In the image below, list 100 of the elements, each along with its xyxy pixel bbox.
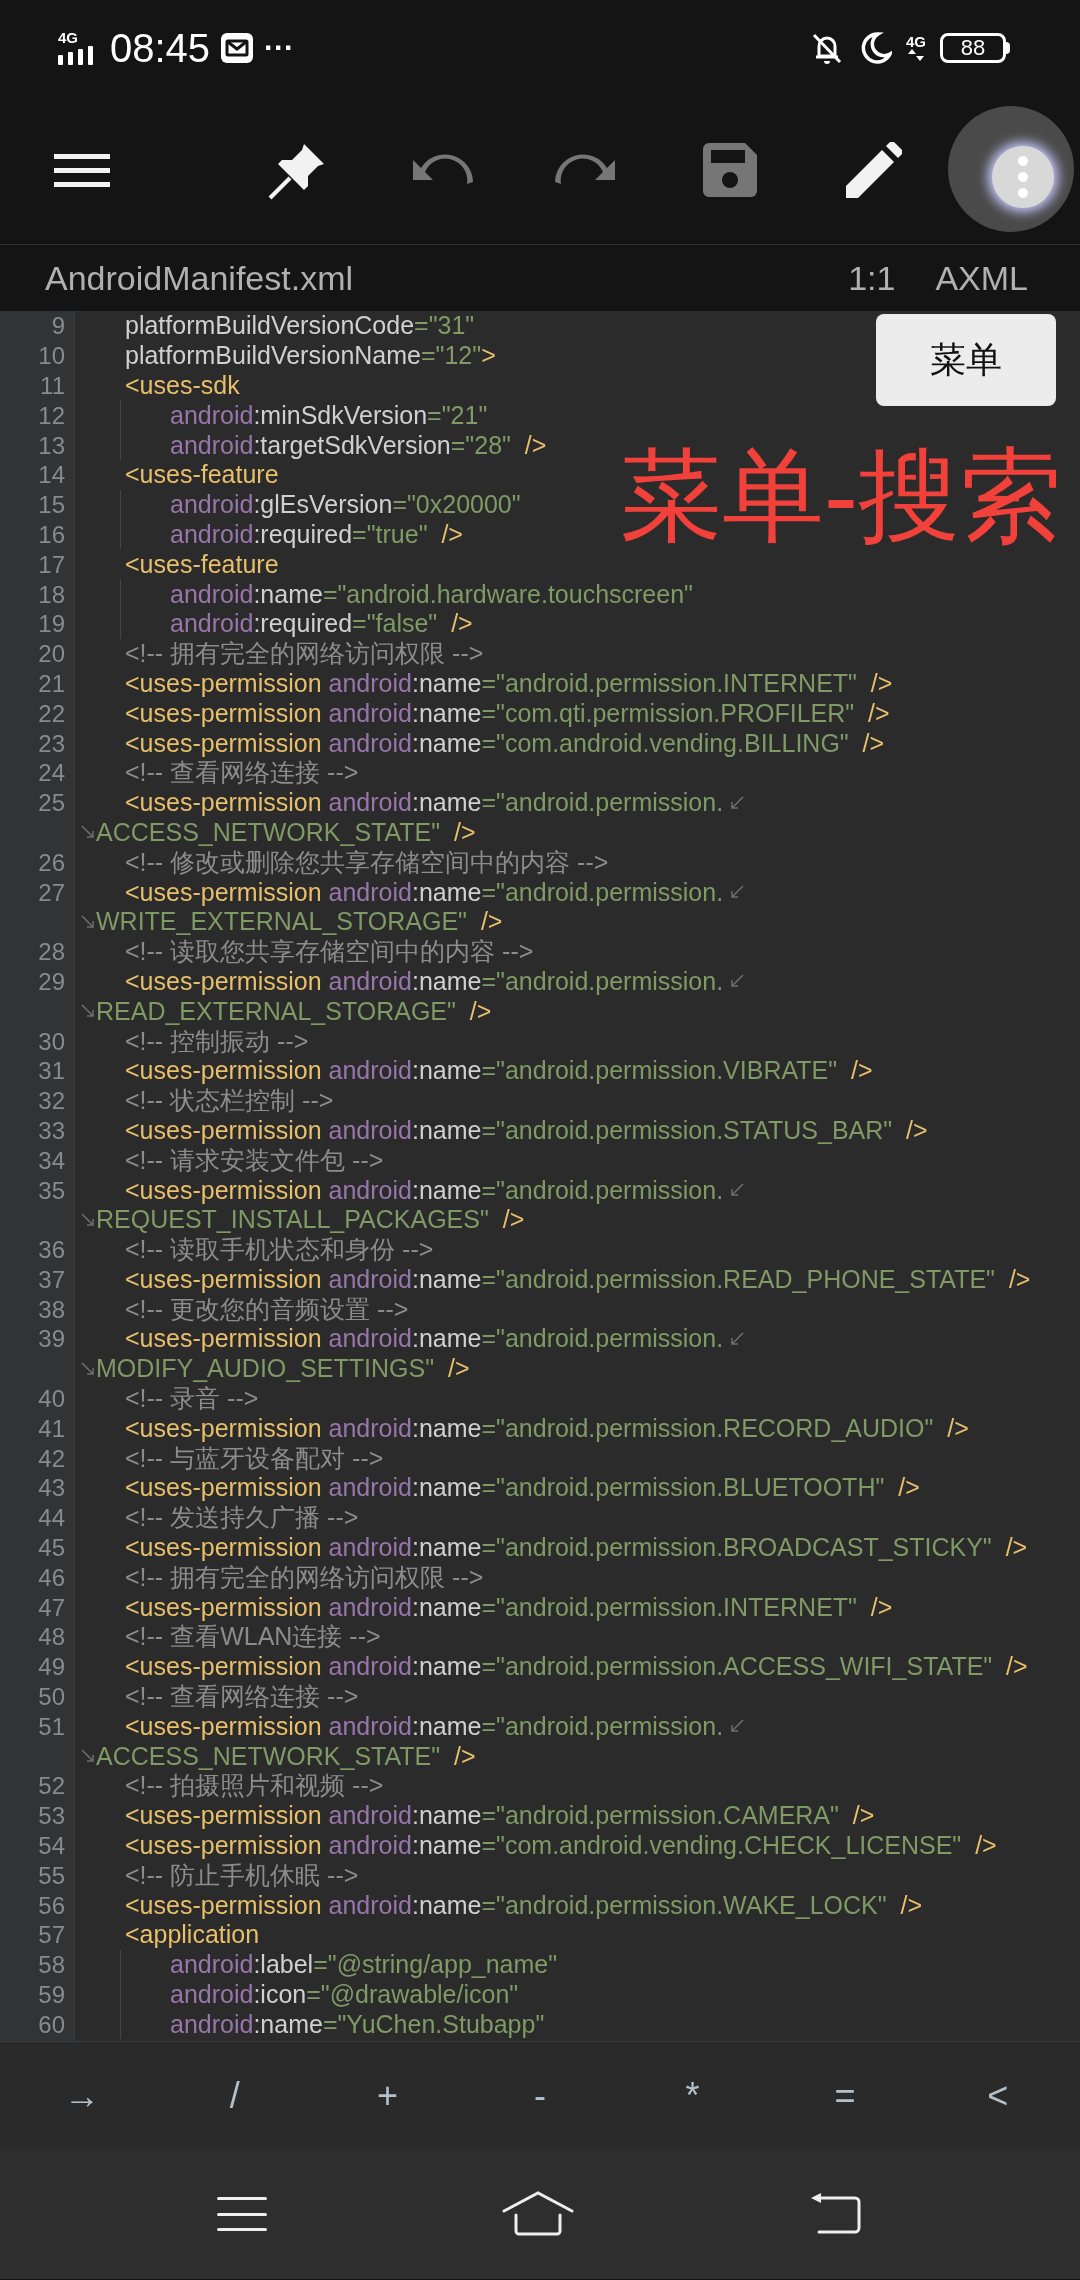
line-number: 9: [50, 311, 66, 341]
symbol-key[interactable]: -: [463, 2042, 617, 2149]
line-number: 36: [37, 1235, 66, 1265]
wrap-arrow-icon: [80, 1003, 96, 1020]
more-notifications: ···: [264, 32, 295, 63]
line-number: 57: [37, 1920, 66, 1950]
line-number: 38: [37, 1294, 66, 1324]
code-line: <uses-permission android:name="android.permission.BROADCAST_STICKY" />: [125, 1533, 1028, 1563]
code-line: MODIFY_AUDIO_SETTINGS" />: [96, 1354, 470, 1384]
code-line: <!-- 拥有完全的网络访问权限 -->: [125, 1562, 484, 1592]
line-number: 29: [37, 966, 66, 996]
code-line: READ_EXTERNAL_STORAGE" />: [96, 996, 492, 1026]
line-number: 21: [37, 668, 66, 698]
code-line: platformBuildVersionName="12">: [125, 341, 496, 371]
line-number: 50: [37, 1682, 66, 1712]
code-line: <uses-permission android:name="android.permission.INTERNET" />: [125, 668, 893, 698]
code-line: <!-- 录音 -->: [125, 1384, 259, 1414]
symbol-key[interactable]: →: [6, 2042, 159, 2149]
code-line: <application: [125, 1920, 260, 1950]
line-number: 10: [37, 341, 66, 371]
code-line: <!-- 拥有完全的网络访问权限 -->: [125, 639, 484, 669]
code-line: android:icon="@drawable/icon": [170, 1980, 519, 2009]
line-number: 53: [37, 1801, 66, 1831]
line-number: 22: [37, 698, 66, 728]
line-number: 52: [37, 1771, 66, 1801]
code-line: <!-- 更改您的音频设置 -->: [125, 1294, 409, 1324]
line-number: 39: [37, 1324, 66, 1354]
code-line: android:required="true" />: [170, 519, 463, 549]
line-number: 49: [37, 1652, 66, 1682]
line-number: 41: [37, 1413, 66, 1443]
symbol-key[interactable]: /: [158, 2042, 312, 2149]
line-number: 31: [37, 1056, 66, 1086]
code-line: <uses-permission android:name="android.permission.: [125, 966, 724, 996]
code-line: android:glEsVersion="0x20000": [170, 490, 521, 520]
line-number: 11: [39, 371, 66, 400]
symbol-key[interactable]: =: [768, 2042, 922, 2149]
code-line: <uses-sdk: [125, 371, 240, 400]
code-line: platformBuildVersionCode="31": [125, 311, 475, 341]
line-number: 58: [37, 1950, 66, 1980]
code-line: <!-- 防止手机休眠 -->: [125, 1860, 359, 1890]
network-type: 4G: [906, 34, 926, 49]
wrap-arrow-icon: [80, 913, 96, 930]
file-name: AndroidManifest.xml: [45, 257, 353, 299]
code-line: android:targetSdkVersion="28" />: [170, 430, 547, 460]
battery-level: 88: [960, 36, 986, 59]
code-line: android:minSdkVersion="21": [170, 400, 488, 430]
line-number: 24: [37, 758, 66, 788]
code-line: <uses-permission android:name="com.android.vending.CHECK_LICENSE" />: [125, 1831, 997, 1861]
code-line: <uses-permission android:name="android.permission.: [125, 788, 724, 818]
line-number: 12: [37, 400, 66, 430]
line-number: 33: [37, 1115, 66, 1145]
code-line: <!-- 拍摄照片和视频 -->: [125, 1771, 384, 1801]
line-number: 59: [37, 1980, 66, 2009]
line-number: 23: [37, 728, 66, 758]
code-line: android:name="YuChen.Stubapp": [170, 2009, 545, 2039]
data-arrows-icon: [906, 49, 926, 61]
line-number: 42: [37, 1443, 66, 1473]
wrap-arrow-icon: [80, 1360, 96, 1377]
line-number: 27: [37, 877, 66, 907]
line-number: 15: [37, 490, 66, 520]
wrap-arrow-icon: [729, 794, 746, 811]
symbol-key[interactable]: <: [921, 2042, 1074, 2149]
line-number: 16: [37, 519, 66, 549]
wrap-arrow-icon: [729, 973, 746, 990]
wrap-arrow-icon: [729, 1718, 746, 1735]
line-number: 35: [37, 1175, 66, 1205]
code-line: <!-- 控制振动 -->: [125, 1026, 309, 1056]
line-number: 37: [37, 1264, 66, 1294]
line-number: 25: [37, 788, 66, 818]
menu-icon[interactable]: [217, 2195, 268, 2233]
code-line: <uses-permission android:name="com.android.vending.BILLING" />: [125, 728, 885, 758]
save-icon: [703, 142, 757, 197]
code-line: <uses-permission android:name="android.permission.: [125, 1711, 724, 1741]
menu-button[interactable]: 菜单: [876, 314, 1056, 406]
line-number: 40: [37, 1384, 66, 1414]
code-line: <uses-permission android:name="android.permission.ACCESS_WIFI_STATE" />: [125, 1652, 1028, 1682]
line-number: 18: [37, 579, 66, 609]
line-number: 19: [37, 609, 66, 639]
symbol-key[interactable]: *: [616, 2042, 769, 2149]
code-line: <uses-permission android:name="android.permission.CAMERA" />: [125, 1801, 875, 1831]
wrap-arrow-icon: [729, 884, 746, 901]
line-number: 48: [37, 1622, 66, 1652]
code-line: <!-- 与蓝牙设备配对 -->: [125, 1443, 384, 1473]
mail-icon: [220, 31, 255, 64]
line-number: 60: [37, 2009, 66, 2039]
line-number: 55: [37, 1860, 66, 1890]
code-line: <uses-permission android:name="android.permission.WAKE_LOCK" />: [125, 1890, 923, 1920]
line-number: 17: [37, 549, 66, 579]
network-type: 4G: [58, 30, 78, 45]
line-number: 28: [37, 937, 66, 967]
home-icon[interactable]: [502, 2191, 574, 2237]
file-type: AXML: [935, 257, 1028, 299]
symbol-key[interactable]: +: [311, 2042, 464, 2149]
code-line: <uses-permission android:name="android.permission.RECORD_AUDIO" />: [125, 1413, 969, 1443]
pencil-icon: [846, 141, 902, 198]
cursor-position: 1:1: [848, 257, 896, 299]
code-line: <!-- 读取您共享存储空间中的内容 -->: [125, 937, 534, 967]
code-line: <uses-permission android:name="android.permission.: [125, 877, 724, 907]
code-line: <!-- 请求安装文件包 -->: [125, 1145, 384, 1175]
code-line: <uses-permission android:name="android.permission.INTERNET" />: [125, 1592, 893, 1622]
